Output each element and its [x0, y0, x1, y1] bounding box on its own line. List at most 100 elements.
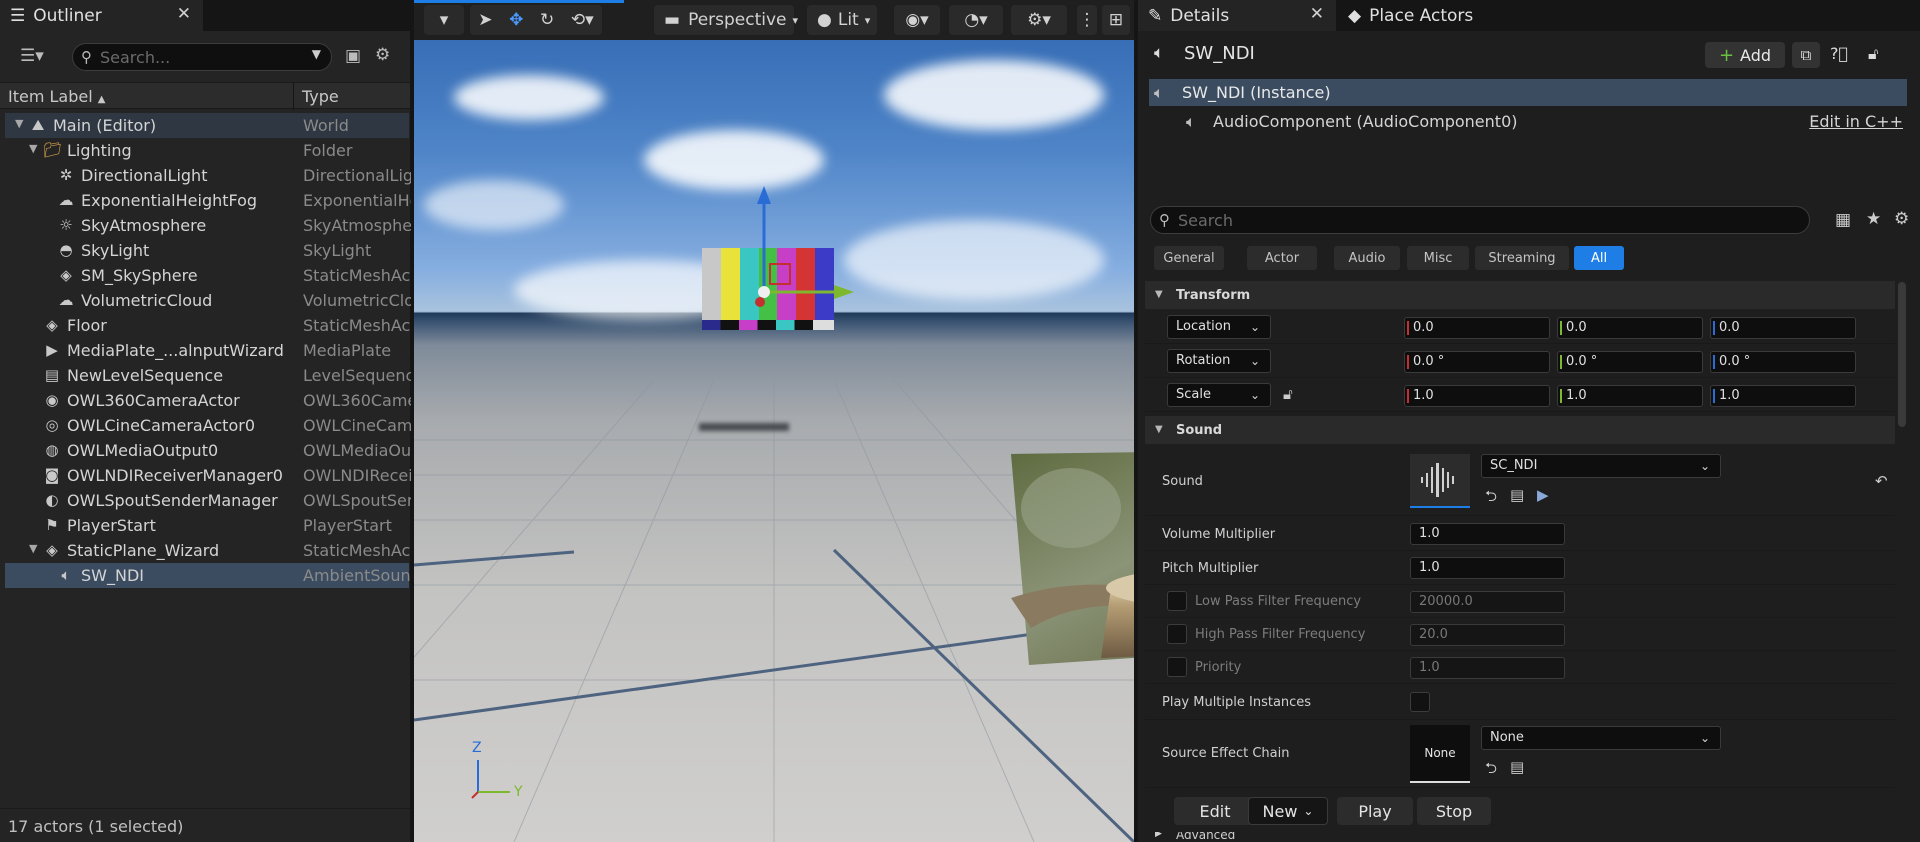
table-view-icon[interactable]: ▦	[1835, 210, 1851, 230]
rotation-x-field[interactable]: 0.0 °	[1404, 351, 1550, 373]
lowpass-checkbox[interactable]	[1167, 591, 1187, 611]
scale-x-field[interactable]: 1.0	[1404, 385, 1550, 407]
play-multiple-checkbox[interactable]	[1410, 692, 1430, 712]
chevron-down-icon[interactable]: ▼	[312, 47, 321, 61]
filter-streaming[interactable]: Streaming	[1475, 246, 1569, 270]
volume-field[interactable]: 1.0	[1410, 523, 1565, 545]
filter-actor[interactable]: Actor	[1247, 246, 1317, 270]
source-chain-dropdown[interactable]: None ⌄	[1481, 726, 1721, 750]
close-icon[interactable]: ✕	[1310, 4, 1324, 24]
rotate-tool-icon[interactable]: ↻	[540, 10, 554, 30]
location-mode-dropdown[interactable]: Location ⌄	[1167, 315, 1271, 339]
sound-asset-thumbnail[interactable]	[1410, 454, 1470, 508]
outliner-row[interactable]: 🔈︎ SW_NDI AmbientSoun	[5, 563, 411, 588]
location-z-field[interactable]: 0.0	[1710, 317, 1856, 339]
outliner-row[interactable]: ▶ MediaPlate_...alnputWizard MediaPlate	[5, 338, 409, 363]
details-scrollbar[interactable]	[1898, 282, 1906, 427]
outliner-row[interactable]: ✲ DirectionalLight DirectionalLig	[5, 163, 411, 188]
lock-icon[interactable]: 🔓︎	[1868, 44, 1878, 64]
priority-checkbox[interactable]	[1167, 657, 1187, 677]
level-viewport[interactable]: Z Y ▾ ➤ ✥ ↻ ⟲▾ ▬ Perspective ▾ ● Lit ▾ ◉…	[414, 0, 1134, 842]
scale-lock-icon[interactable]: 🔓︎	[1283, 385, 1293, 403]
reset-arrow-icon[interactable]: ↶	[1875, 472, 1888, 490]
outliner-row[interactable]: ☁ ExponentialHeightFog ExponentialHe	[5, 188, 412, 213]
add-component-button[interactable]: + Add	[1705, 42, 1785, 68]
scale-mode-dropdown[interactable]: Scale ⌄	[1167, 383, 1271, 407]
viewport-settings-dropdown[interactable]: ⚙▾	[1011, 5, 1067, 35]
media-plate-bird-image[interactable]	[1011, 448, 1134, 665]
details-search-input[interactable]: ⚲ Search	[1150, 206, 1810, 234]
outliner-row[interactable]: ◓ SkyLight SkyLight	[5, 238, 409, 263]
star-icon[interactable]: ★	[1866, 209, 1881, 229]
outliner-row[interactable]: ▼ ⛰ Main (Editor) World	[5, 113, 409, 138]
new-dropdown[interactable]: New ⌄	[1248, 797, 1328, 825]
show-flags-dropdown[interactable]: ◉▾	[894, 5, 940, 35]
outliner-row[interactable]: ◙ OWLNDIReceiverManager0 OWLNDIRecei	[5, 463, 411, 488]
tab-details[interactable]: ✎ Details ✕	[1138, 0, 1336, 31]
performance-dropdown[interactable]: ◔▾	[949, 5, 1003, 35]
pitch-field[interactable]: 1.0	[1410, 557, 1565, 579]
outliner-row[interactable]: ☁ VolumetricCloud VolumetricClo	[5, 288, 412, 313]
outliner-row[interactable]: ◉ OWL360CameraActor OWL360Came	[5, 388, 411, 413]
viewport-layout-button[interactable]: ⊞	[1102, 5, 1130, 35]
rotation-y-field[interactable]: 0.0 °	[1557, 351, 1703, 373]
rotation-z-field[interactable]: 0.0 °	[1710, 351, 1856, 373]
actor-name[interactable]: SW_NDI	[1184, 43, 1255, 64]
outliner-search-input[interactable]: ⚲ Search... ▼	[72, 43, 332, 71]
source-chain-thumbnail[interactable]: None	[1410, 725, 1470, 783]
help-icon[interactable]: ?⃝	[1830, 44, 1848, 63]
scale-z-field[interactable]: 1.0	[1710, 385, 1856, 407]
transform-gizmo[interactable]	[704, 180, 864, 310]
browse-icon[interactable]: ▤	[1510, 758, 1524, 776]
filter-misc[interactable]: Misc	[1407, 246, 1469, 270]
outliner-row[interactable]: ◎ OWLCineCameraActor0 OWLCineCam	[5, 413, 411, 438]
outliner-row[interactable]: ◐ OWLSpoutSenderManager OWLSpoutSer	[5, 488, 411, 513]
location-y-field[interactable]: 0.0	[1557, 317, 1703, 339]
gear-icon[interactable]: ⚙	[1894, 209, 1909, 229]
edit-in-cpp-link[interactable]: Edit in C++	[1809, 112, 1903, 131]
gear-icon[interactable]: ⚙	[375, 45, 390, 65]
filter-all[interactable]: All	[1574, 246, 1624, 270]
use-selected-icon[interactable]: ⮌	[1485, 758, 1497, 783]
edit-button[interactable]: Edit	[1174, 797, 1256, 825]
close-icon[interactable]: ✕	[177, 4, 191, 24]
stop-button[interactable]: Stop	[1417, 797, 1491, 825]
scale-y-field[interactable]: 1.0	[1557, 385, 1703, 407]
highpass-field[interactable]: 20.0	[1410, 624, 1565, 646]
blueprint-icon[interactable]: ⧉	[1792, 42, 1820, 68]
category-advanced[interactable]: ▶ Advanced	[1145, 832, 1895, 842]
outliner-row[interactable]: ▼ ◈ StaticPlane_Wizard StaticMeshAc	[5, 538, 410, 563]
outliner-row[interactable]: ▼ 📁︎ Lighting Folder	[5, 138, 409, 163]
outliner-row[interactable]: ⚑ PlayerStart PlayerStart	[5, 513, 409, 538]
use-selected-icon[interactable]: ⮌	[1485, 486, 1497, 511]
highpass-checkbox[interactable]	[1167, 624, 1187, 644]
category-sound[interactable]: ▼ Sound	[1145, 416, 1895, 444]
add-folder-icon[interactable]: ▣	[345, 46, 361, 66]
location-x-field[interactable]: 0.0	[1404, 317, 1550, 339]
column-type[interactable]: Type	[302, 87, 339, 106]
outliner-row[interactable]: ◍ OWLMediaOutput0 OWLMediaOu	[5, 438, 411, 463]
rotation-mode-dropdown[interactable]: Rotation ⌄	[1167, 349, 1271, 373]
lowpass-field[interactable]: 20000.0	[1410, 591, 1565, 613]
column-separator[interactable]	[293, 83, 294, 110]
outliner-row[interactable]: ▤ NewLevelSequence LevelSequenc	[5, 363, 411, 388]
viewport-more-button[interactable]: ⋮	[1077, 5, 1097, 35]
perspective-dropdown[interactable]: ▬ Perspective ▾	[654, 5, 798, 35]
outliner-row[interactable]: ☼ SkyAtmosphere SkyAtmosphe	[5, 213, 411, 238]
priority-field[interactable]: 1.0	[1410, 657, 1565, 679]
category-transform[interactable]: ▼ Transform	[1145, 281, 1895, 309]
tab-outliner[interactable]: ☰ Outliner ✕	[0, 0, 203, 31]
filter-audio[interactable]: Audio	[1334, 246, 1400, 270]
translate-tool-icon[interactable]: ✥	[509, 10, 523, 30]
viewport-options-button[interactable]: ▾	[424, 5, 464, 35]
view-mode-dropdown[interactable]: ● Lit ▾	[807, 5, 877, 35]
outliner-row[interactable]: ◈ SM_SkySphere StaticMeshAc	[5, 263, 410, 288]
expand-arrow-icon[interactable]: ▼	[29, 142, 37, 155]
component-row-instance[interactable]: 🔈︎ SW_NDI (Instance)	[1149, 79, 1907, 106]
filter-icon[interactable]: ☰▾	[20, 46, 44, 66]
select-tool-icon[interactable]: ➤	[478, 10, 492, 30]
sound-asset-dropdown[interactable]: SC_NDI ⌄	[1481, 454, 1721, 478]
outliner-row[interactable]: ◈ Floor StaticMeshAc	[5, 313, 410, 338]
browse-icon[interactable]: ▤	[1510, 486, 1524, 504]
expand-arrow-icon[interactable]: ▼	[15, 117, 23, 130]
